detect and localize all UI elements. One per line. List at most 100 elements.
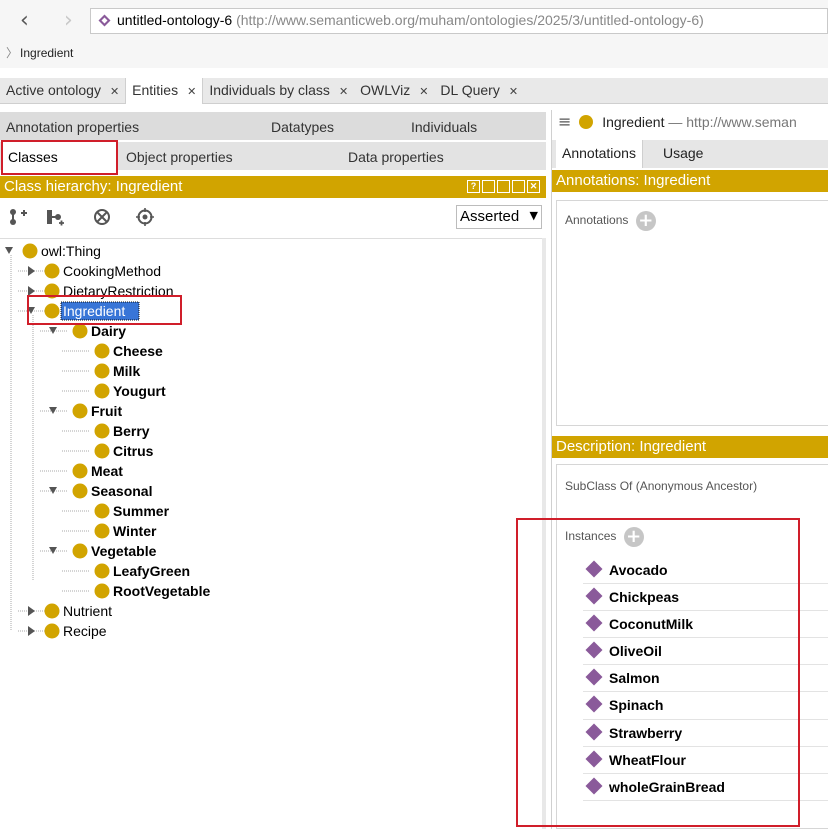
tab-dl-query[interactable]: DL Query ✕	[434, 78, 524, 104]
close-icon[interactable]: ✕	[187, 86, 196, 98]
collapse-triangle-icon[interactable]	[28, 266, 35, 276]
instance-label: WheatFlour	[609, 751, 686, 768]
ontology-iri-field[interactable]: untitled-ontology-6 (http://www.semantic…	[90, 8, 828, 34]
tree-node[interactable]: owl:Thing	[5, 243, 101, 259]
collapse-triangle-icon[interactable]	[28, 626, 35, 636]
breadcrumb-item: Ingredient	[20, 46, 74, 60]
individual-icon	[585, 587, 603, 605]
help-icon[interactable]: ?	[467, 180, 480, 193]
individual-icon	[585, 695, 603, 713]
class-icon	[44, 283, 60, 299]
instance-item[interactable]: Salmon	[583, 665, 828, 693]
collapse-triangle-icon[interactable]	[28, 606, 35, 616]
add-instance-icon[interactable]: +	[623, 527, 644, 547]
instance-item[interactable]: WheatFlour	[583, 747, 828, 774]
close-icon[interactable]: ✕	[339, 86, 348, 98]
entity-detail-panel: ≡ Ingredient — http://www.seman Annotati…	[551, 110, 828, 829]
class-label: Dairy	[91, 323, 126, 339]
class-label: Ingredient	[63, 303, 125, 319]
class-tree: owl:Thing CookingMethod DietaryRestriction…	[0, 238, 542, 829]
class-icon	[72, 543, 88, 559]
tree-node[interactable]: Meat	[72, 463, 124, 479]
class-label: Milk	[113, 363, 140, 379]
instance-item[interactable]: Avocado	[583, 557, 828, 585]
tab-annotation-properties[interactable]: Annotation properties	[6, 119, 139, 135]
close-icon[interactable]: ✕	[110, 86, 119, 98]
tree-node[interactable]: Ingredient	[27, 301, 140, 321]
tab-data-properties[interactable]: Data properties	[348, 149, 444, 165]
class-label: CookingMethod	[63, 263, 161, 279]
class-label: Recipe	[63, 623, 107, 639]
tab-individuals-by-class[interactable]: Individuals by class ✕	[203, 78, 354, 104]
back-arrow-icon[interactable]: ‹	[20, 8, 29, 33]
instance-label: OliveOil	[609, 643, 662, 660]
split-vertical-icon[interactable]	[482, 180, 495, 193]
class-icon	[94, 363, 110, 379]
instance-label: CoconutMilk	[609, 616, 693, 633]
instance-item[interactable]: Strawberry	[583, 720, 828, 747]
class-label: LeafyGreen	[113, 563, 190, 579]
delete-class-icon[interactable]	[92, 208, 112, 226]
scrollbar-track[interactable]	[542, 238, 546, 829]
tree-node[interactable]: Citrus	[94, 443, 154, 459]
tab-datatypes[interactable]: Datatypes	[271, 119, 334, 135]
description-title-bar: Description: Ingredient	[552, 436, 828, 458]
workspace-tabs: Active ontology ✕ Entities ✕ Individuals b…	[0, 78, 828, 104]
collapse-triangle-icon[interactable]	[28, 286, 35, 296]
tab-usage[interactable]: Usage	[657, 140, 709, 168]
instance-item[interactable]: OliveOil	[583, 638, 828, 666]
tree-node[interactable]: CookingMethod	[28, 263, 161, 279]
add-sibling-icon[interactable]	[45, 208, 65, 226]
tree-node[interactable]: Milk	[94, 363, 141, 379]
instance-item[interactable]: Spinach	[583, 692, 828, 720]
expand-triangle-icon[interactable]	[5, 247, 13, 254]
tab-annotations[interactable]: Annotations	[556, 140, 643, 168]
instance-label: wholeGrainBread	[609, 778, 725, 795]
class-label: Fruit	[91, 403, 122, 419]
ontology-name: untitled-ontology-6	[117, 12, 233, 28]
find-usages-icon[interactable]	[135, 208, 155, 226]
float-icon[interactable]	[512, 180, 525, 193]
tab-classes[interactable]: Classes	[2, 142, 118, 172]
class-icon	[94, 583, 110, 599]
ontology-icon	[98, 14, 111, 27]
tab-active-ontology[interactable]: Active ontology ✕	[0, 78, 125, 104]
tree-node[interactable]: LeafyGreen	[94, 563, 191, 579]
forward-arrow-icon[interactable]: ›	[64, 8, 73, 33]
class-icon	[72, 483, 88, 499]
tree-node[interactable]: Vegetable	[49, 543, 157, 559]
add-subclass-icon[interactable]	[8, 208, 28, 226]
hierarchy-mode-select[interactable]: Asserted ▼	[456, 205, 542, 229]
close-icon[interactable]: ✕	[419, 86, 428, 98]
individual-icon	[585, 614, 603, 632]
class-hierarchy-title: Class hierarchy: Ingredient	[4, 178, 183, 195]
tree-node[interactable]: Recipe	[28, 623, 107, 639]
close-icon[interactable]: ✕	[509, 86, 518, 98]
individual-icon	[585, 750, 603, 768]
breadcrumb[interactable]: 〉 Ingredient	[6, 44, 73, 61]
tree-node[interactable]: Summer	[94, 503, 170, 519]
tree-node[interactable]: Berry	[94, 423, 150, 439]
tab-object-properties[interactable]: Object properties	[126, 149, 233, 165]
tree-node[interactable]: DietaryRestriction	[28, 283, 173, 299]
class-icon	[22, 243, 38, 259]
selected-entity-name: Ingredient	[602, 114, 665, 130]
add-annotation-icon[interactable]: +	[635, 211, 656, 231]
tree-node[interactable]: Cheese	[94, 343, 164, 359]
selected-entity-header: ≡ Ingredient — http://www.seman	[552, 110, 828, 134]
instance-item[interactable]: wholeGrainBread	[583, 774, 828, 801]
tab-label: Active ontology	[6, 82, 101, 98]
tab-entities[interactable]: Entities ✕	[125, 78, 204, 104]
tree-node[interactable]: Yougurt	[94, 383, 166, 399]
tree-node[interactable]: RootVegetable	[94, 583, 211, 599]
tab-owlviz[interactable]: OWLViz ✕	[354, 78, 434, 104]
split-horizontal-icon[interactable]	[497, 180, 510, 193]
tree-node[interactable]: Winter	[94, 523, 157, 539]
instance-label: Strawberry	[609, 724, 683, 741]
instance-item[interactable]: Chickpeas	[583, 584, 828, 612]
class-hierarchy-title-bar: Class hierarchy: Ingredient ? ✕	[0, 176, 546, 198]
instance-item[interactable]: CoconutMilk	[583, 611, 828, 639]
close-view-icon[interactable]: ✕	[527, 180, 540, 193]
tab-individuals[interactable]: Individuals	[411, 119, 477, 135]
hamburger-menu-icon[interactable]: ≡	[558, 112, 571, 131]
